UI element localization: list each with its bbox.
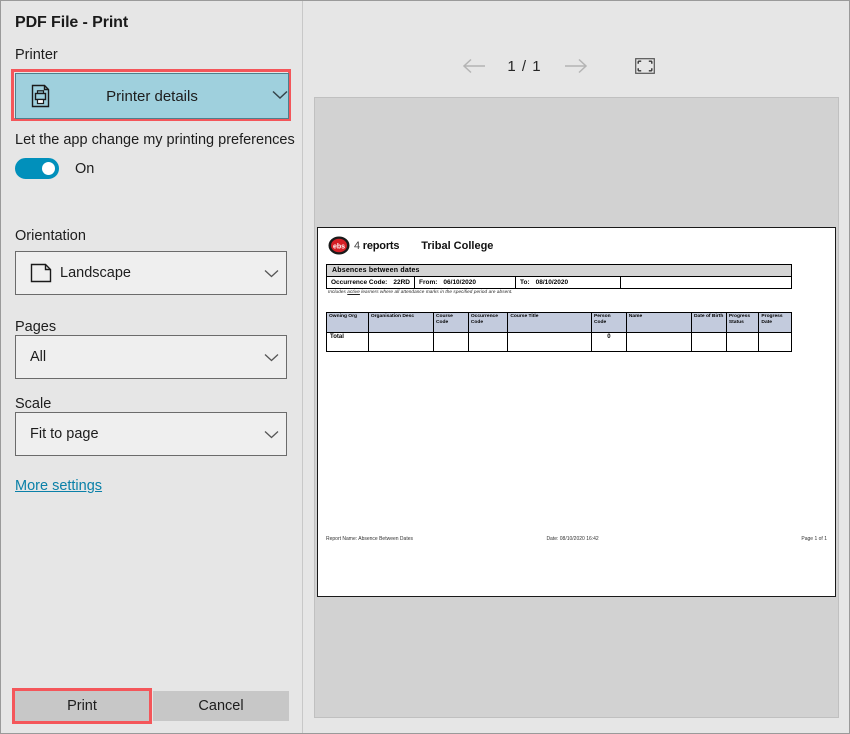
printer-icon xyxy=(22,84,60,108)
total-person-code-cell: 0 xyxy=(592,333,627,352)
table-header-row: Owning Org Organisation Desc Course Code… xyxy=(327,313,792,333)
toggle-state-label: On xyxy=(75,161,94,177)
note-suffix: learners where all attendance marks in t… xyxy=(360,289,513,294)
preview-page: ebs 4 reports Tribal College Absences be… xyxy=(317,227,836,597)
chevron-down-icon xyxy=(256,269,286,278)
column-header: Progress Status xyxy=(726,313,759,333)
report-header: ebs 4 reports Tribal College xyxy=(328,236,493,255)
scale-dropdown[interactable]: Fit to page xyxy=(15,412,287,456)
column-header: Owning Org xyxy=(327,313,369,333)
next-page-button[interactable] xyxy=(554,52,598,80)
print-dialog: PDF File - Print Printer Printer details xyxy=(0,0,850,734)
page-title: PDF File - Print xyxy=(15,14,128,32)
scale-value: Fit to page xyxy=(16,426,256,442)
cell xyxy=(691,333,726,352)
report-footer: Report Name: Absence Between Dates Date:… xyxy=(326,536,827,542)
column-header: Progress Date xyxy=(759,313,792,333)
footer-report-name: Report Name: Absence Between Dates xyxy=(326,536,546,542)
column-header: Course Title xyxy=(508,313,592,333)
svg-text:ebs: ebs xyxy=(333,244,345,251)
param-to: To: 08/10/2020 xyxy=(516,277,620,288)
cell xyxy=(468,333,508,352)
cell xyxy=(626,333,691,352)
ebs-logo-icon: ebs xyxy=(328,236,352,255)
report-parameter-box: Absences between dates Occurrence Code: … xyxy=(326,264,792,289)
report-parameters: Occurrence Code: 22RD From: 06/10/2020 T… xyxy=(327,277,791,288)
note-emphasis: active xyxy=(347,289,360,294)
param-label: Occurrence Code: xyxy=(331,279,387,286)
chevron-down-icon xyxy=(272,87,288,105)
table-row: Total 0 xyxy=(327,333,792,352)
orientation-dropdown[interactable]: Landscape xyxy=(15,251,287,295)
printer-value: Printer details xyxy=(60,88,272,105)
printing-preferences-toggle[interactable] xyxy=(15,158,59,179)
param-value: 22RD xyxy=(393,279,410,286)
brand-name: reports xyxy=(363,240,400,252)
report-table: Owning Org Organisation Desc Course Code… xyxy=(326,312,792,352)
cell xyxy=(508,333,592,352)
more-settings-link[interactable]: More settings xyxy=(15,478,102,494)
column-header: Course Code xyxy=(433,313,468,333)
cell xyxy=(368,333,433,352)
column-header: Occurrence Code xyxy=(468,313,508,333)
printing-preferences-label: Let the app change my printing preferenc… xyxy=(15,132,295,148)
cancel-button[interactable]: Cancel xyxy=(153,691,289,721)
report-brand: 4 reports xyxy=(354,240,399,252)
column-header: Person Code xyxy=(592,313,627,333)
printer-label: Printer xyxy=(15,47,58,63)
param-value: 06/10/2020 xyxy=(443,279,476,286)
printer-highlight-box: Printer details xyxy=(11,69,291,121)
param-label: From: xyxy=(419,279,437,286)
footer-date: Date: 08/10/2020 16:42 xyxy=(546,536,716,542)
toggle-knob xyxy=(42,162,55,175)
pages-value: All xyxy=(16,349,256,365)
report-note: Includes active learners where all atten… xyxy=(328,289,513,294)
page-landscape-icon xyxy=(22,263,60,283)
fit-to-page-icon xyxy=(635,58,655,74)
orientation-label: Orientation xyxy=(15,228,86,244)
settings-panel: PDF File - Print Printer Printer details xyxy=(1,1,303,734)
note-prefix: Includes xyxy=(328,289,347,294)
param-blank xyxy=(621,277,791,288)
pages-dropdown[interactable]: All xyxy=(15,335,287,379)
column-header: Organisation Desc xyxy=(368,313,433,333)
brand-number: 4 xyxy=(354,240,360,252)
dialog-buttons: Print Cancel xyxy=(1,684,303,734)
param-occurrence-code: Occurrence Code: 22RD xyxy=(327,277,414,288)
preview-toolbar: 1 / 1 xyxy=(303,1,850,97)
param-label: To: xyxy=(520,279,530,286)
param-from: From: 06/10/2020 xyxy=(415,277,515,288)
total-label-cell: Total xyxy=(327,333,369,352)
printer-dropdown[interactable]: Printer details xyxy=(15,73,289,119)
pages-label: Pages xyxy=(15,319,56,335)
scale-label: Scale xyxy=(15,396,51,412)
chevron-down-icon xyxy=(256,430,286,439)
print-preview-pane[interactable]: ebs 4 reports Tribal College Absences be… xyxy=(314,97,839,718)
page-indicator: 1 / 1 xyxy=(496,58,554,75)
print-button[interactable]: Print xyxy=(15,691,149,721)
orientation-value: Landscape xyxy=(60,265,256,281)
column-header: Name xyxy=(626,313,691,333)
printing-preferences-toggle-row: On xyxy=(15,158,94,179)
cell xyxy=(726,333,759,352)
arrow-right-icon xyxy=(563,58,589,74)
footer-page: Page 1 of 1 xyxy=(717,536,827,542)
fit-to-page-button[interactable] xyxy=(622,52,668,80)
chevron-down-icon xyxy=(256,353,286,362)
report-organisation: Tribal College xyxy=(421,240,493,252)
arrow-left-icon xyxy=(461,58,487,74)
param-value: 08/10/2020 xyxy=(536,279,569,286)
column-header: Date of Birth xyxy=(691,313,726,333)
report-title: Absences between dates xyxy=(327,265,791,277)
previous-page-button[interactable] xyxy=(452,52,496,80)
cell xyxy=(759,333,792,352)
cell xyxy=(433,333,468,352)
